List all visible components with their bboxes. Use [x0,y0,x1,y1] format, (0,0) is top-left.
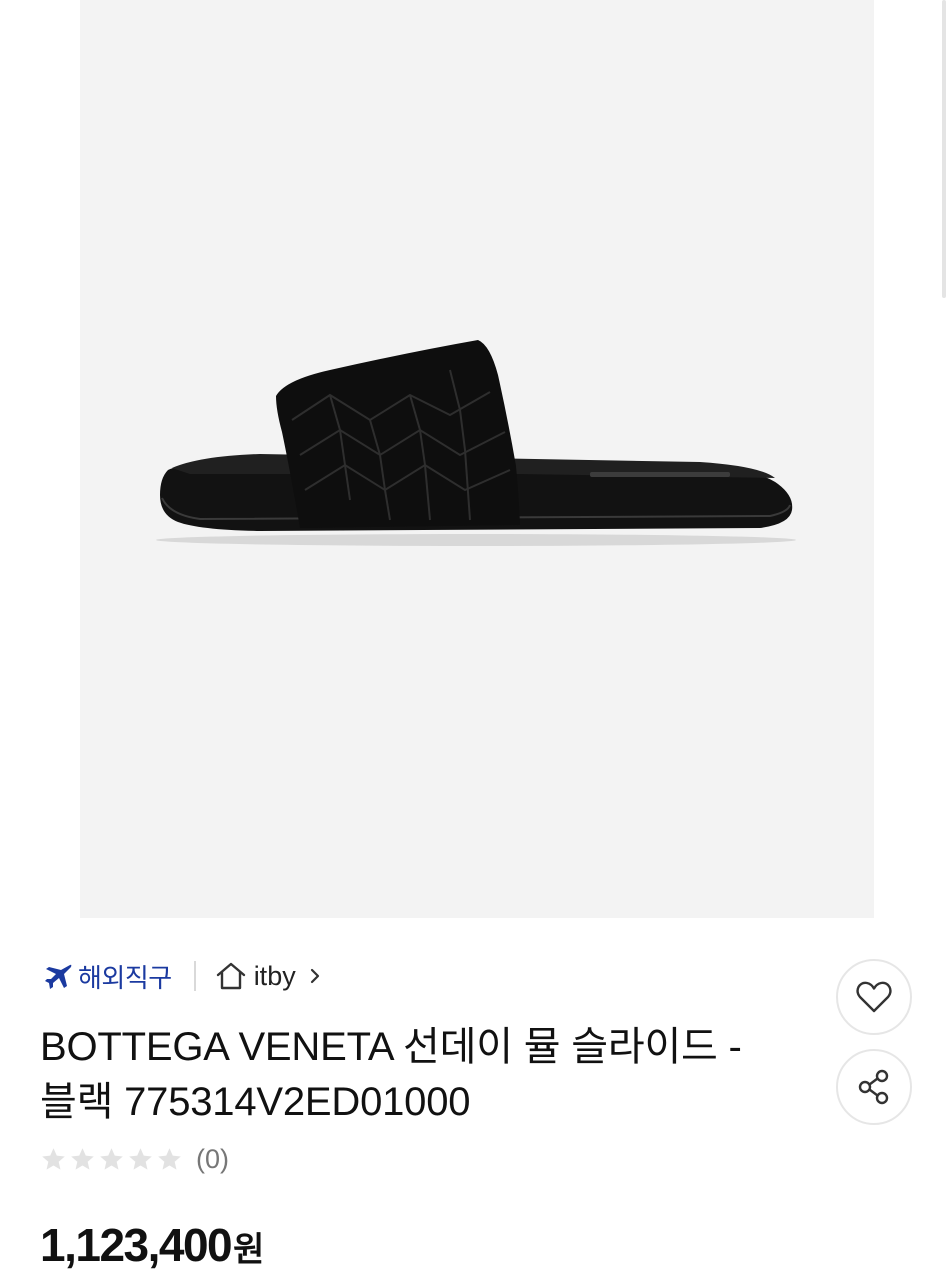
star-icon [129,1147,152,1170]
price-value: 1,123,400 [40,1219,233,1271]
star-icon [100,1147,123,1170]
airplane-icon [45,964,72,989]
star-icon [158,1147,181,1170]
overseas-label: 해외직구 [78,962,172,993]
home-icon [216,962,245,990]
price-unit: 원 [233,1231,265,1269]
like-button[interactable] [836,959,912,1035]
product-title: BOTTEGA VENETA 선데이 뮬 슬라이드 - 블랙 775314V2E… [40,1025,742,1124]
heart-icon [856,981,892,1013]
store-name: itby [253,960,296,991]
sandal-illustration [156,340,796,546]
divider [193,961,196,991]
seller-row: 해외직구 itby [42,955,324,997]
share-icon [858,1069,889,1105]
chevron-right-icon [310,968,319,984]
star-icon [71,1147,94,1170]
share-button[interactable] [836,1049,912,1125]
scrollbar[interactable] [942,0,946,298]
price-row: 1,123,400 원 [40,1218,264,1278]
product-image-area[interactable] [0,0,952,918]
product-page: 해외직구 itby BOTTEGA VENETA 선데이 뮬 슬라이드 - 블랙… [0,0,952,1279]
rating-stars [40,1146,183,1173]
rating-row[interactable]: (0) [40,1141,229,1177]
overseas-purchase-badge: 해외직구 [42,958,172,995]
review-count: (0) [196,1143,229,1174]
star-icon [42,1147,65,1170]
store-link[interactable]: itby [214,959,324,993]
